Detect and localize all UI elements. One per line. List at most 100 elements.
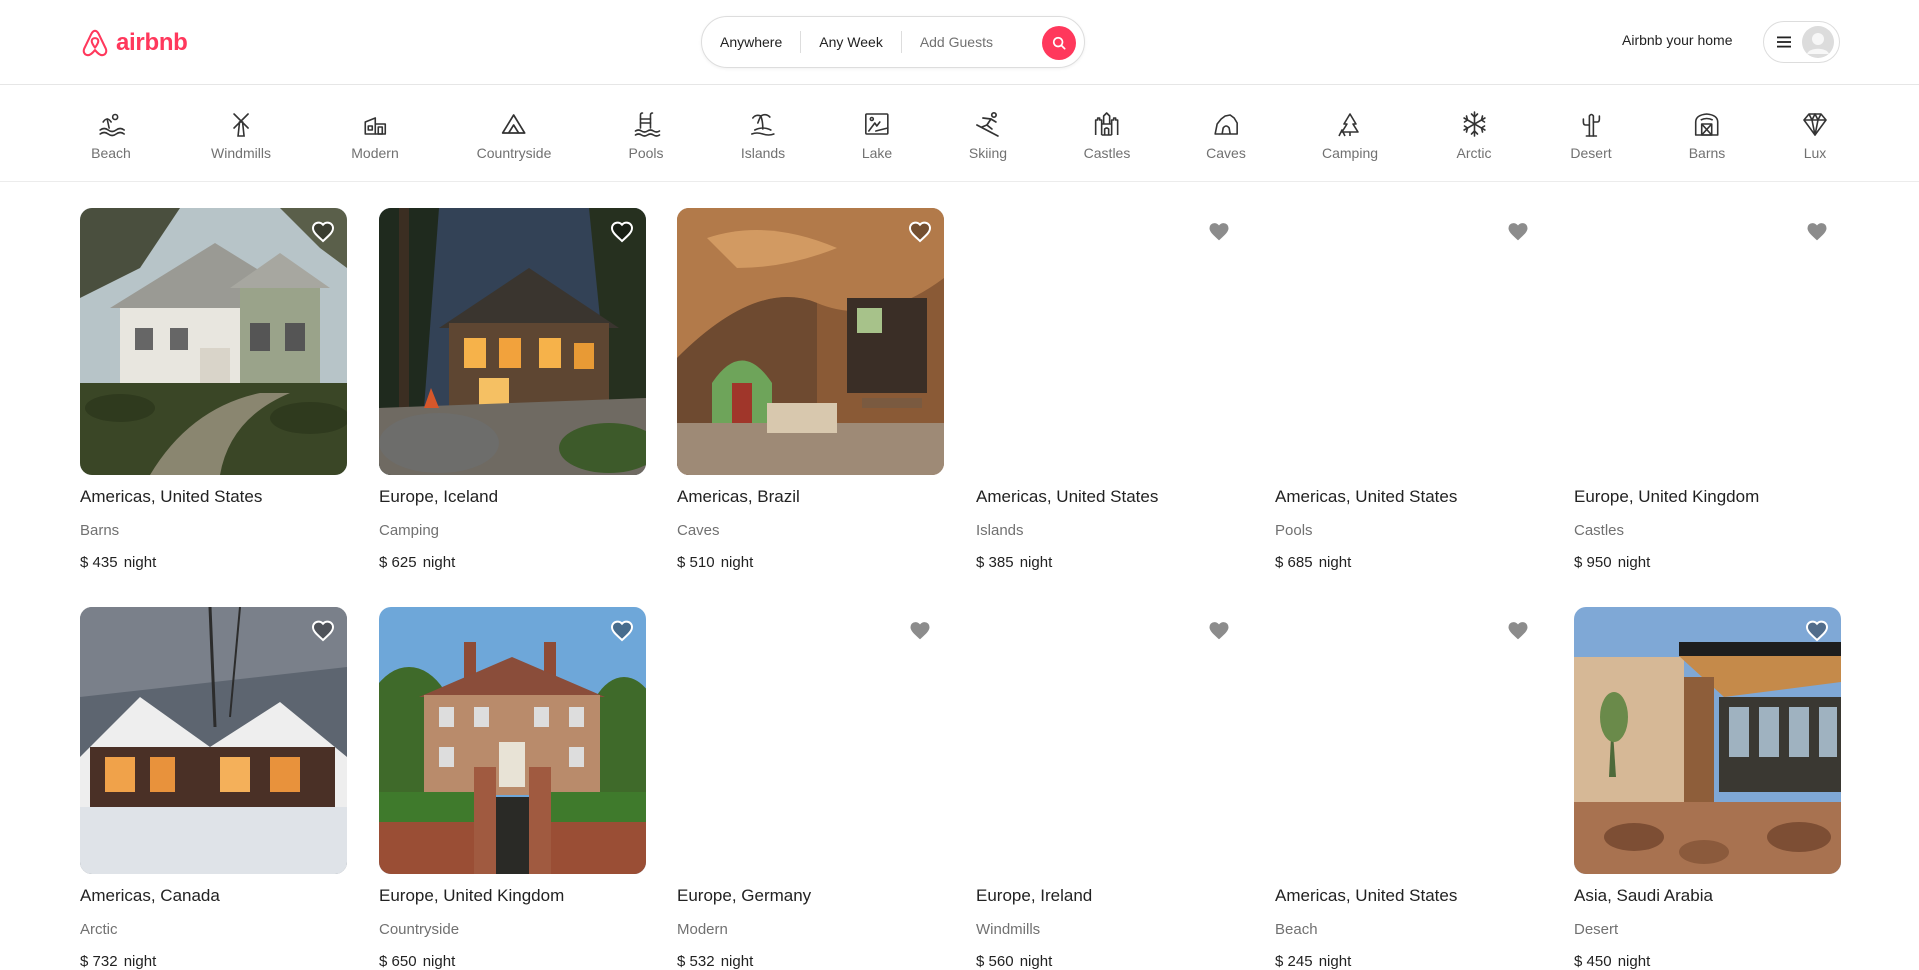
top-navbar: airbnb Anywhere Any Week Add Guests Airb… [0,0,1919,85]
cactus-icon [1582,113,1600,137]
cave-house-photo [677,208,944,475]
category-lake[interactable]: Lake [862,110,892,161]
category-label: Caves [1206,145,1246,161]
search-location[interactable]: Anywhere [702,16,800,68]
snow-cabin-photo [80,607,347,874]
listing-card[interactable]: Asia, Saudi Arabia Desert $ 450 night [1574,607,1841,970]
listing-price: $ 245 night [1275,953,1351,970]
category-countryside[interactable]: Countryside [477,110,551,161]
price-amount: 685 [1287,554,1313,571]
listing-photo[interactable] [677,208,944,475]
listing-price: $ 950 night [1574,554,1650,571]
price-currency: $ [677,953,686,970]
category-castles[interactable]: Castles [1084,110,1130,161]
listing-location: Americas, United States [976,487,1159,506]
search-bar[interactable]: Anywhere Any Week Add Guests [701,16,1085,68]
category-camping[interactable]: Camping [1322,110,1378,161]
listing-photo-empty[interactable] [1574,208,1841,475]
listing-location: Europe, Iceland [379,487,499,506]
category-label: Beach [91,145,131,161]
pool-icon [634,112,660,137]
barn-icon [1695,113,1719,136]
listing-card[interactable]: Europe, United Kingdom Castles $ 950 nig… [1574,208,1841,571]
category-barns[interactable]: Barns [1689,110,1725,161]
listing-photo-empty[interactable] [1275,607,1542,874]
listing-location: Europe, United Kingdom [379,886,565,905]
host-home-link[interactable]: Airbnb your home [1622,32,1733,48]
category-arctic[interactable]: Arctic [1457,110,1492,161]
listing-card[interactable]: Americas, United States Pools $ 685 nigh… [1275,208,1542,571]
heart-icon[interactable] [1506,619,1530,643]
heart-icon[interactable] [1805,220,1829,244]
user-menu-button[interactable] [1763,21,1840,63]
listing-photo[interactable] [80,208,347,475]
category-desert[interactable]: Desert [1570,110,1612,161]
listing-photo[interactable] [379,208,646,475]
category-islands[interactable]: Islands [741,110,785,161]
category-pools[interactable]: Pools [628,110,664,161]
search-guests[interactable]: Add Guests [902,16,1011,68]
price-amount: 532 [689,953,715,970]
price-currency: $ [379,953,388,970]
price-unit: night [1617,953,1651,970]
listing-card[interactable]: Europe, Germany Modern $ 532 night [677,607,944,970]
listing-price: $ 385 night [976,554,1052,571]
listing-category: Islands [976,522,1024,539]
listing-price: $ 532 night [677,953,753,970]
heart-icon[interactable] [610,220,634,244]
listing-location: Europe, United Kingdom [1574,487,1760,506]
category-modern[interactable]: Modern [351,110,399,161]
price-amount: 560 [988,953,1014,970]
listing-card[interactable]: Americas, United States Beach $ 245 nigh… [1275,607,1542,970]
search-week[interactable]: Any Week [801,16,901,68]
price-unit: night [422,554,456,571]
price-unit: night [1318,554,1352,571]
price-unit: night [720,953,754,970]
heart-icon[interactable] [311,619,335,643]
listing-photo-empty[interactable] [677,607,944,874]
heart-icon[interactable] [1805,619,1829,643]
heart-icon[interactable] [610,619,634,643]
listing-category: Windmills [976,921,1041,938]
listing-card[interactable]: Americas, United States Barns $ 435 nigh… [80,208,347,571]
category-label: Pools [628,145,664,161]
category-label: Lux [1803,145,1827,161]
listing-card[interactable]: Americas, Brazil Caves $ 510 night [677,208,944,571]
listing-card[interactable]: Europe, United Kingdom Countryside $ 650… [379,607,646,970]
listing-card[interactable]: Europe, Iceland Camping $ 625 night [379,208,646,571]
listing-photo-empty[interactable] [976,208,1243,475]
listing-photo-empty[interactable] [1275,208,1542,475]
price-unit: night [422,953,456,970]
listing-card[interactable]: Americas, Canada Arctic $ 732 night [80,607,347,970]
listing-category: Barns [80,522,120,539]
category-label: Windmills [211,145,271,161]
heart-icon[interactable] [908,220,932,244]
category-label: Desert [1570,145,1612,161]
listing-card[interactable]: Americas, United States Islands $ 385 ni… [976,208,1243,571]
listing-photo[interactable] [80,607,347,874]
lake-icon [865,113,889,135]
heart-icon[interactable] [1207,220,1231,244]
brand-logo[interactable]: airbnb [80,27,188,59]
listing-price: $ 510 night [677,554,753,571]
listing-photo-empty[interactable] [976,607,1243,874]
heart-icon[interactable] [1207,619,1231,643]
listing-price: $ 450 night [1574,953,1650,970]
category-beach[interactable]: Beach [91,110,131,161]
price-amount: 435 [92,554,118,571]
manor-house-photo [379,607,646,874]
listing-card[interactable]: Europe, Ireland Windmills $ 560 night [976,607,1243,970]
heart-icon[interactable] [311,220,335,244]
listing-photo[interactable] [379,607,646,874]
category-label: Modern [351,145,399,161]
listing-location: Americas, United States [1275,487,1458,506]
heart-icon[interactable] [1506,220,1530,244]
category-windmills[interactable]: Windmills [211,110,271,161]
category-caves[interactable]: Caves [1206,110,1246,161]
listing-photo[interactable] [1574,607,1841,874]
price-amount: 625 [391,554,417,571]
category-skiing[interactable]: Skiing [969,110,1007,161]
search-button[interactable] [1042,26,1076,60]
heart-icon[interactable] [908,619,932,643]
category-lux[interactable]: Lux [1801,110,1829,161]
